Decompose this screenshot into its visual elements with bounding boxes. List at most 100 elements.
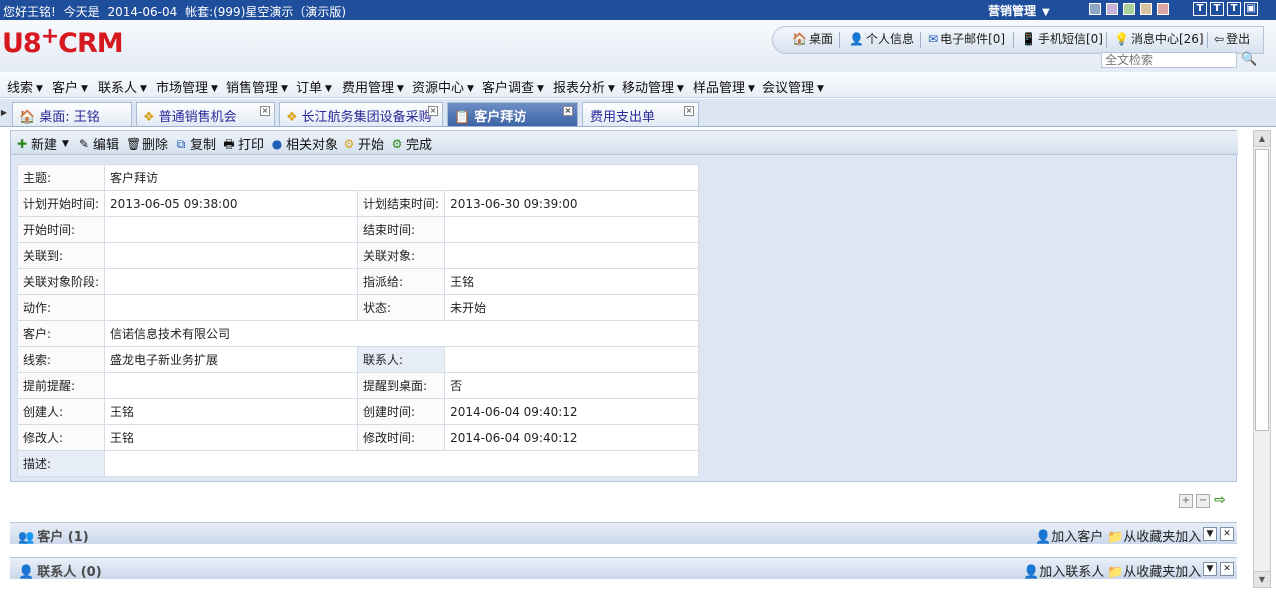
menu-customers[interactable]: 客户 ▼ — [52, 77, 88, 96]
edit-button[interactable]: ✎ 编辑 — [77, 134, 120, 154]
tab-expense[interactable]: 费用支出单 × — [582, 102, 699, 126]
related-object-value — [444, 242, 700, 269]
menu-label: 联系人 — [98, 81, 138, 96]
customer-icon: 👥 — [18, 530, 35, 545]
add-customer-label: 加入客户 — [1051, 530, 1104, 545]
print-button[interactable]: 🖶 打印 — [222, 134, 264, 154]
customer-value: 信诺信息技术有限公司 — [104, 320, 700, 347]
start-icon: ⚙ — [343, 136, 355, 151]
add-user-icon: 👤 — [1035, 530, 1052, 545]
delete-button[interactable]: 🗑 删除 — [126, 134, 168, 154]
sms-label: 手机短信[0] — [1037, 32, 1103, 46]
start-button[interactable]: ⚙ 开始 — [342, 134, 384, 154]
opportunity-icon: ❖ — [286, 110, 298, 125]
close-icon[interactable]: × — [260, 106, 270, 116]
customer-section: 👥 客户 (1) 👤加入客户 📁从收藏夹加入 ▼ ✕ — [10, 522, 1237, 545]
close-icon[interactable]: × — [428, 106, 438, 116]
section-count: (1) — [67, 530, 89, 545]
menu-contacts[interactable]: 联系人 ▼ — [98, 77, 147, 96]
chevron-down-icon[interactable]: ▼ — [1203, 527, 1217, 541]
expand-icon[interactable]: + — [1179, 494, 1193, 508]
scroll-up-icon[interactable]: ▲ — [1254, 131, 1270, 147]
top-status-bar: 您好王铭! 今天是 2014-06-04 帐套:(999)星空演示（演示版) 营… — [0, 0, 1276, 20]
related-objects-button[interactable]: ● 相关对象 — [270, 134, 338, 154]
section-count: (0) — [80, 565, 102, 580]
menu-label: 客户调查 — [482, 81, 535, 96]
chevron-down-icon[interactable]: ▼ — [1203, 562, 1217, 576]
logo-plus: + — [40, 24, 59, 49]
table-row: 修改人: 王铭 修改时间: 2014-06-04 09:40:12 — [16, 424, 700, 451]
new-label: 新建 — [31, 138, 58, 153]
menu-orders[interactable]: 订单 ▼ — [296, 77, 332, 96]
window-icon[interactable]: ▣ — [1244, 2, 1258, 16]
chevron-right-icon[interactable]: ▶ — [0, 99, 8, 127]
today-label: 今天是 — [63, 5, 100, 19]
menu-resources[interactable]: 资源中心 ▼ — [412, 77, 474, 96]
tab-opportunity[interactable]: ❖ 普通销售机会 × — [136, 102, 275, 126]
menu-sales[interactable]: 销售管理 ▼ — [226, 77, 288, 96]
menu-meetings[interactable]: 会议管理 ▼ — [762, 77, 824, 96]
font-small-button[interactable]: T — [1193, 2, 1207, 16]
personal-info-link[interactable]: 👤 个人信息 — [849, 30, 914, 47]
new-button[interactable]: ✚ 新建 ▼ — [15, 134, 69, 154]
table-row: 创建人: 王铭 创建时间: 2014-06-04 09:40:12 — [16, 398, 700, 425]
skin-tan-button[interactable] — [1140, 3, 1152, 15]
plan-start-value: 2013-06-05 09:38:00 — [104, 190, 359, 217]
contact-section-title: 👤 联系人 (0) — [18, 561, 102, 580]
menu-reports[interactable]: 报表分析 ▼ — [553, 77, 615, 96]
logout-link[interactable]: ⇦ 登出 — [1214, 30, 1250, 47]
add-contact-button[interactable]: 👤加入联系人 — [1023, 561, 1104, 580]
font-medium-button[interactable]: T — [1210, 2, 1224, 16]
skin-green-button[interactable] — [1123, 3, 1135, 15]
skin-blue-button[interactable] — [1089, 3, 1101, 15]
field-label: 修改时间: — [357, 424, 446, 451]
field-label: 创建人: — [16, 398, 106, 425]
add-from-favorites-button[interactable]: 📁从收藏夹加入 — [1107, 561, 1201, 580]
close-icon[interactable]: ✕ — [1220, 527, 1234, 541]
add-customer-button[interactable]: 👤加入客户 — [1035, 526, 1103, 545]
skin-purple-button[interactable] — [1106, 3, 1118, 15]
module-selector[interactable]: 营销管理 ▼ — [988, 2, 1050, 19]
vertical-scrollbar[interactable]: ▲ ▼ — [1253, 130, 1271, 588]
menu-samples[interactable]: 样品管理 ▼ — [693, 77, 755, 96]
chevron-down-icon: ▼ — [467, 84, 474, 94]
edit-label: 编辑 — [93, 138, 120, 153]
menu-expenses[interactable]: 费用管理 ▼ — [342, 77, 404, 96]
menu-leads[interactable]: 线索 ▼ — [7, 77, 43, 96]
tab-yangtze-procurement[interactable]: ❖ 长江航务集团设备采购 × — [279, 102, 443, 126]
add-from-favorites-button[interactable]: 📁从收藏夹加入 — [1107, 526, 1201, 545]
menu-label: 销售管理 — [226, 81, 279, 96]
arrow-right-icon[interactable]: ⇨ — [1213, 493, 1227, 508]
skin-red-button[interactable] — [1157, 3, 1169, 15]
action-value — [104, 294, 359, 321]
collapse-icon[interactable]: − — [1196, 494, 1210, 508]
remind-desk-value: 否 — [444, 372, 700, 399]
fulltext-search-input[interactable] — [1101, 52, 1237, 68]
close-icon[interactable]: × — [563, 106, 573, 116]
tab-desktop[interactable]: 🏠 桌面: 王铭 — [12, 102, 132, 126]
menu-surveys[interactable]: 客户调查 ▼ — [482, 77, 544, 96]
menu-marketing[interactable]: 市场管理 ▼ — [156, 77, 218, 96]
search-icon[interactable]: 🔍 — [1241, 52, 1257, 68]
font-large-button[interactable]: T — [1227, 2, 1241, 16]
menu-label: 客户 — [52, 81, 79, 96]
add-user-icon: 👤 — [1023, 565, 1040, 580]
desktop-link[interactable]: 🏠 桌面 — [792, 30, 833, 47]
message-center-link[interactable]: 💡 消息中心[26] — [1114, 30, 1204, 47]
copy-button[interactable]: ⧉ 复制 — [174, 134, 216, 154]
finish-button[interactable]: ⚙ 完成 — [390, 134, 432, 154]
tab-customer-visit[interactable]: 📋 客户拜访 × — [447, 102, 578, 126]
scroll-thumb[interactable] — [1255, 149, 1269, 431]
close-icon[interactable]: ✕ — [1220, 562, 1234, 576]
printer-icon: 🖶 — [223, 136, 235, 151]
tab-label: 费用支出单 — [590, 110, 656, 125]
action-toolbar: ✚ 新建 ▼ ✎ 编辑 🗑 删除 ⧉ 复制 🖶 打印 ● 相关对象 ⚙ 开始 ⚙ 完成 — [11, 131, 1238, 155]
scroll-down-icon[interactable]: ▼ — [1254, 571, 1270, 587]
sms-link[interactable]: 📱 手机短信[0] — [1021, 30, 1103, 47]
desktop-link-label: 桌面 — [808, 32, 833, 46]
menu-mobile[interactable]: 移动管理 ▼ — [622, 77, 684, 96]
field-label: 主题: — [16, 164, 106, 191]
description-value — [104, 450, 700, 477]
email-link[interactable]: ✉ 电子邮件[0] — [928, 30, 1005, 47]
close-icon[interactable]: × — [684, 106, 694, 116]
